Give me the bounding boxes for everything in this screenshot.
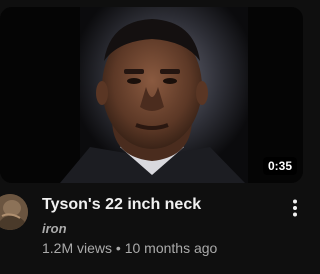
upload-age: 10 months ago xyxy=(124,240,218,256)
more-options-button[interactable] xyxy=(284,196,306,220)
video-thumbnail[interactable]: 0:35 xyxy=(0,7,303,183)
duration-badge: 0:35 xyxy=(262,157,297,175)
view-count: 1.2M views xyxy=(42,240,113,256)
thumbnail-image xyxy=(0,7,303,183)
vertical-dots-icon xyxy=(293,199,297,217)
avatar-image xyxy=(0,194,28,230)
video-meta: 1.2M views • 10 months ago xyxy=(42,240,217,256)
meta-separator: • xyxy=(115,240,121,256)
video-title[interactable]: Tyson's 22 inch neck xyxy=(42,196,201,214)
channel-avatar[interactable] xyxy=(0,194,28,230)
channel-name[interactable]: iron xyxy=(42,221,67,236)
